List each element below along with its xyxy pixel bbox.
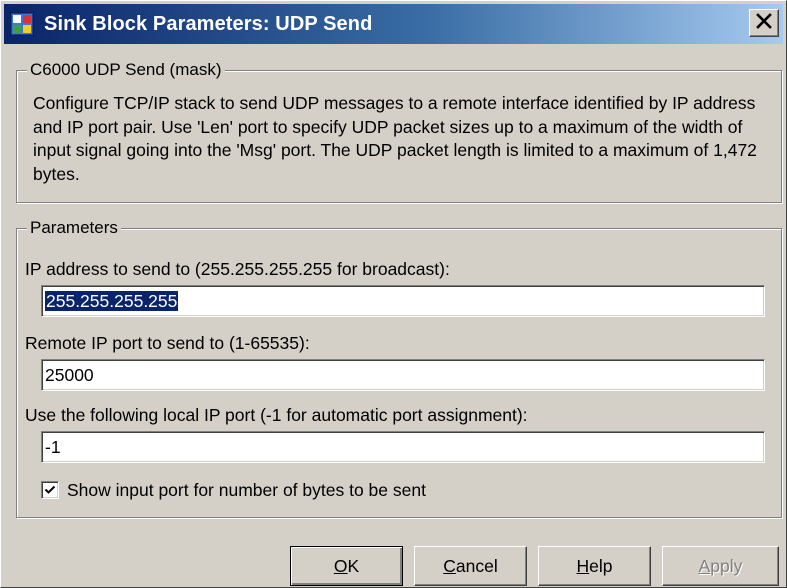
show-bytes-port-checkbox[interactable] — [41, 481, 59, 499]
ip-address-field[interactable]: 255.255.255.255 — [41, 285, 765, 317]
remote-port-field[interactable]: 25000 — [41, 359, 765, 391]
title-bar[interactable]: Sink Block Parameters: UDP Send — [4, 4, 783, 44]
ok-button[interactable]: OK — [290, 546, 403, 586]
cancel-mnemonic: C — [443, 556, 456, 576]
ip-address-label: IP address to send to (255.255.255.255 f… — [25, 259, 450, 279]
help-mnemonic: H — [576, 556, 590, 576]
local-port-value: -1 — [45, 437, 61, 457]
mask-description-group: C6000 UDP Send (mask) Configure TCP/IP s… — [16, 59, 782, 203]
local-port-field[interactable]: -1 — [41, 431, 765, 463]
mask-group-legend: C6000 UDP Send (mask) — [27, 59, 225, 81]
ip-address-value: 255.255.255.255 — [45, 291, 179, 311]
dialog-window: Sink Block Parameters: UDP Send C6000 UD… — [0, 0, 787, 588]
checkmark-icon — [44, 485, 56, 494]
simulink-block-icon — [9, 11, 35, 37]
local-port-label: Use the following local IP port (-1 for … — [25, 405, 528, 425]
ok-label-rest: K — [347, 556, 360, 576]
cancel-label-rest: ancel — [455, 556, 498, 576]
help-button[interactable]: Help — [538, 546, 651, 586]
apply-mnemonic: A — [698, 556, 711, 576]
show-bytes-port-label: Show input port for number of bytes to b… — [67, 480, 426, 500]
close-button[interactable] — [749, 9, 779, 37]
apply-label-rest: pply — [710, 556, 743, 576]
help-label-rest: elp — [589, 556, 613, 576]
mask-description-text: Configure TCP/IP stack to send UDP messa… — [33, 93, 757, 184]
remote-port-value: 25000 — [45, 365, 94, 385]
ok-mnemonic: O — [333, 556, 348, 576]
cancel-button[interactable]: Cancel — [414, 546, 527, 586]
parameters-group-legend: Parameters — [27, 217, 121, 239]
apply-button[interactable]: Apply — [662, 546, 779, 586]
remote-port-label: Remote IP port to send to (1-65535): — [25, 333, 310, 353]
show-bytes-port-row[interactable]: Show input port for number of bytes to b… — [41, 479, 426, 501]
close-icon — [756, 12, 772, 34]
window-title: Sink Block Parameters: UDP Send — [44, 13, 373, 35]
